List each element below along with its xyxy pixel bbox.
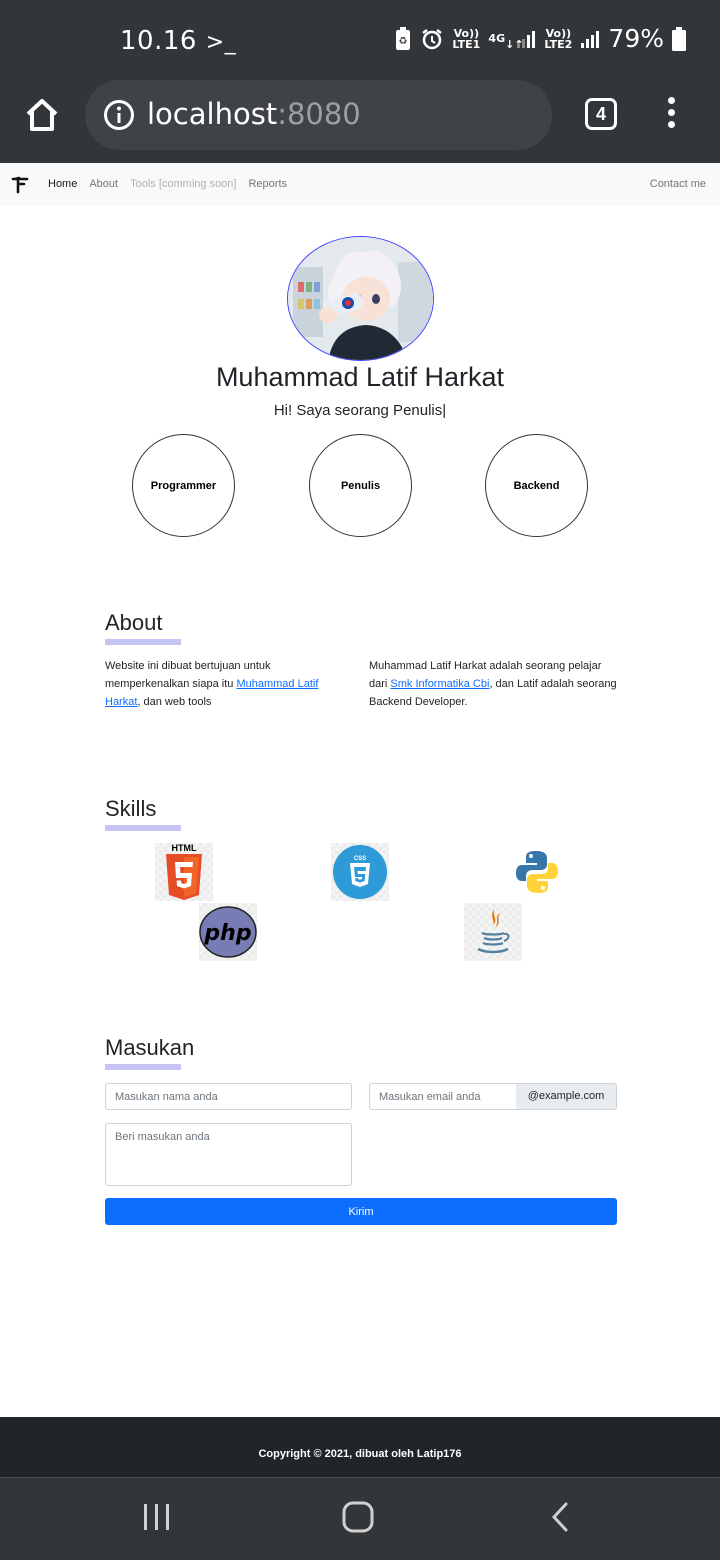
html5-badge-text: HTML xyxy=(172,843,197,853)
skills-title: Skills xyxy=(105,796,157,821)
role-backend: Backend xyxy=(485,434,588,537)
name-input[interactable] xyxy=(105,1083,352,1110)
about-left-after: , dan web tools xyxy=(137,696,212,708)
about-school-link[interactable]: Smk Informatika Cbi xyxy=(390,678,489,690)
role-penulis: Penulis xyxy=(309,434,412,537)
recent-apps-icon[interactable] xyxy=(142,1500,172,1539)
lte1-indicator: Vo)) LTE1 xyxy=(452,26,481,51)
nav-contact[interactable]: Contact me xyxy=(650,178,706,190)
signal-icon-1 xyxy=(516,29,536,49)
nav-links: Home About Tools [comming soon] Reports xyxy=(48,178,287,190)
nav-home[interactable]: Home xyxy=(48,178,77,190)
signal-icon-2 xyxy=(580,29,600,49)
feedback-title: Masukan xyxy=(105,1035,195,1060)
java-icon xyxy=(464,903,522,961)
message-textarea[interactable] xyxy=(105,1123,352,1186)
tab-switcher-button[interactable]: 4 xyxy=(585,98,617,130)
skills-underline xyxy=(105,825,181,831)
css3-icon: CSS xyxy=(331,843,389,901)
email-suffix-addon: @example.com xyxy=(516,1083,617,1110)
php-logo-text: php xyxy=(203,921,251,946)
4g-indicator: 4G ↓↑ xyxy=(488,32,524,51)
status-time: 10.16 >_ xyxy=(120,26,237,56)
info-icon[interactable] xyxy=(103,99,135,136)
role-programmer: Programmer xyxy=(132,434,235,537)
battery-percent: 79% xyxy=(608,24,664,53)
avatar xyxy=(287,236,434,361)
status-bar: 10.16 >_ ♻ Vo)) LTE1 4G ↓↑ Vo)) LTE2 79% xyxy=(0,0,720,78)
php-icon: php xyxy=(199,903,257,961)
site-navbar: Home About Tools [comming soon] Reports … xyxy=(0,163,720,206)
html5-icon: HTML xyxy=(155,843,213,901)
python-icon xyxy=(508,843,566,901)
browser-toolbar: localhost:8080 4 xyxy=(0,78,720,163)
more-menu-icon[interactable] xyxy=(664,97,678,133)
about-title: About xyxy=(105,610,163,635)
svg-text:♻: ♻ xyxy=(399,36,408,47)
footer: Copyright © 2021, dibuat oleh Latip176 xyxy=(0,1417,720,1477)
home-icon[interactable] xyxy=(22,95,62,135)
lte2-indicator: Vo)) LTE2 xyxy=(544,26,573,51)
hero-name: Muhammad Latif Harkat xyxy=(215,362,505,392)
system-nav-bar xyxy=(0,1477,720,1560)
battery-icon xyxy=(672,26,686,51)
css3-badge-text: CSS xyxy=(354,856,366,862)
url-bar[interactable]: localhost:8080 xyxy=(85,80,552,150)
email-input[interactable] xyxy=(369,1083,517,1110)
status-icons: ♻ Vo)) LTE1 4G ↓↑ Vo)) LTE2 79% xyxy=(394,24,686,53)
alarm-icon xyxy=(420,27,444,51)
nav-reports[interactable]: Reports xyxy=(248,178,287,190)
about-underline xyxy=(105,639,181,645)
submit-button[interactable]: Kirim xyxy=(105,1198,617,1225)
brand-logo[interactable] xyxy=(10,175,30,195)
battery-saver-icon: ♻ xyxy=(394,26,412,52)
about-left-text: Website ini dibuat bertujuan untuk mempe… xyxy=(105,657,355,711)
back-nav-icon[interactable] xyxy=(548,1500,572,1539)
hero-subtitle: Hi! Saya seorang Penulis| xyxy=(273,402,447,419)
footer-copyright: Copyright © 2021, dibuat oleh Latip176 xyxy=(258,1448,462,1460)
home-nav-icon[interactable] xyxy=(341,1500,375,1539)
url-text[interactable]: localhost:8080 xyxy=(147,97,361,131)
feedback-underline xyxy=(105,1064,181,1070)
nav-tools: Tools [comming soon] xyxy=(130,178,237,190)
nav-about[interactable]: About xyxy=(89,178,118,190)
about-right-text: Muhammad Latif Harkat adalah seorang pel… xyxy=(369,657,619,711)
